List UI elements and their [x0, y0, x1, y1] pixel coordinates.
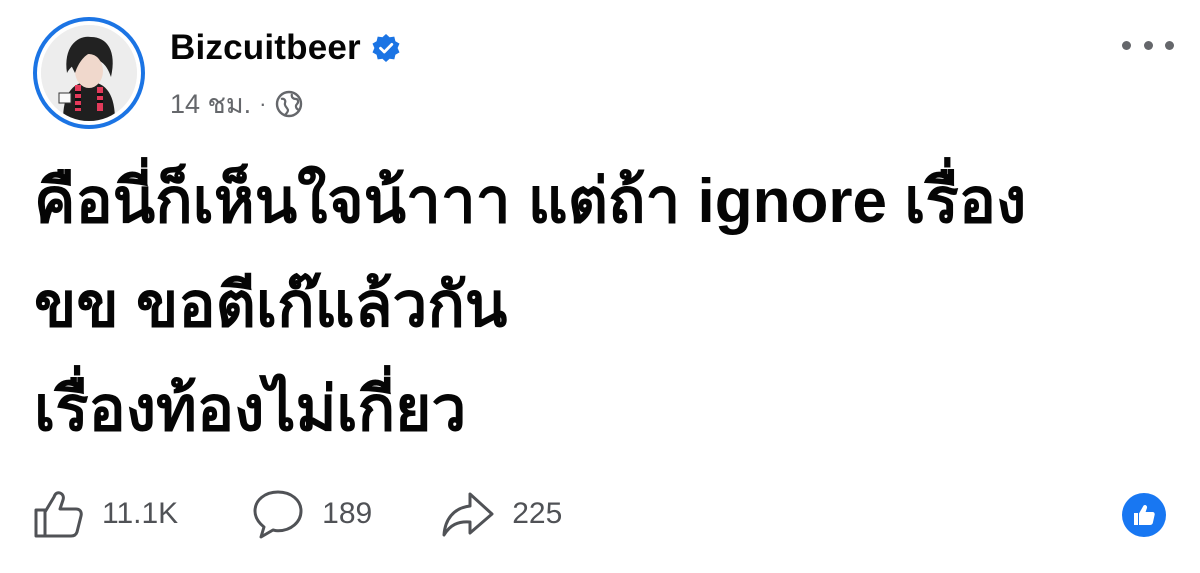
comment-button[interactable]: 189	[250, 486, 372, 542]
meta-separator: ·	[259, 90, 267, 116]
comment-icon	[253, 490, 303, 539]
avatar[interactable]	[41, 25, 137, 121]
avatar-story-ring[interactable]	[33, 17, 145, 129]
share-count: 225	[512, 497, 563, 530]
verified-badge-icon	[371, 33, 401, 63]
post-actions: 11.1K 189 225	[30, 486, 562, 542]
more-options-button[interactable]	[1122, 30, 1174, 60]
globe-icon[interactable]	[275, 90, 303, 118]
share-button[interactable]: 225	[440, 486, 562, 542]
author-name[interactable]: Bizcuitbeer	[170, 28, 361, 68]
like-reaction-badge[interactable]	[1122, 493, 1166, 537]
more-dot-icon	[1165, 40, 1174, 50]
more-dot-icon	[1143, 40, 1153, 50]
avatar-image	[41, 25, 137, 121]
author-row: Bizcuitbeer	[170, 28, 401, 68]
like-button[interactable]: 11.1K	[30, 486, 178, 542]
like-count: 11.1K	[102, 497, 179, 530]
post-timestamp[interactable]: 14 ชม.	[170, 82, 251, 125]
thumbs-up-icon	[34, 491, 83, 538]
like-reaction-icon	[1134, 505, 1155, 525]
post-text: คือนี่ก็เห็นใจน้าาา แต่ถ้า ignore เรื่อง…	[34, 167, 1027, 444]
share-arrow-icon	[442, 492, 494, 537]
post-meta: 14 ชม. ·	[170, 82, 303, 125]
more-dot-icon	[1122, 40, 1131, 50]
comment-count: 189	[322, 497, 373, 530]
